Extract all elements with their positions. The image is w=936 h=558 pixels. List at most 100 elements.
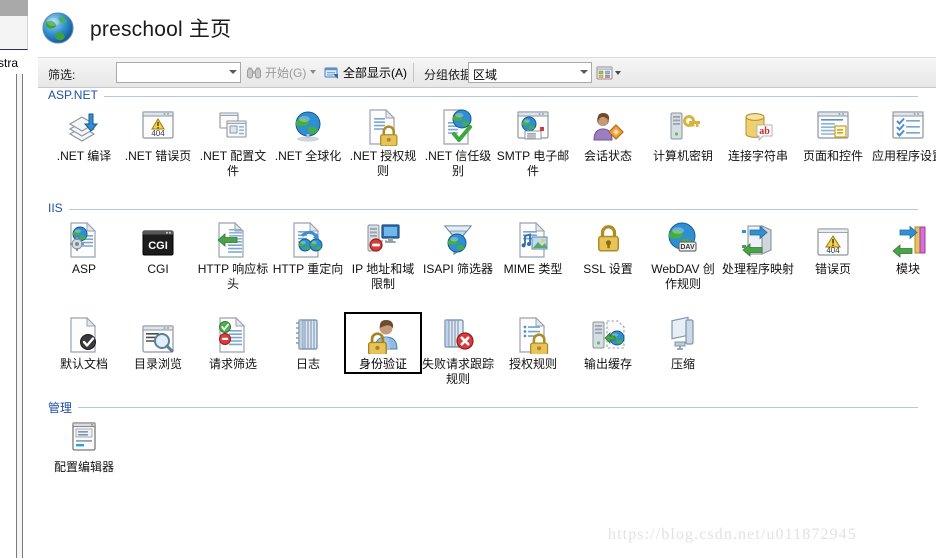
feature-item-session-state[interactable]: 会话状态 <box>571 106 645 164</box>
feature-item-label: MIME 类型 <box>503 262 563 276</box>
start-filter-label: 开始(G) <box>265 66 307 80</box>
feature-item-asp[interactable]: ASP <box>47 219 121 277</box>
binoculars-icon <box>246 65 262 81</box>
authorization-rules-icon <box>496 314 570 354</box>
feature-item-error-pages[interactable]: 404 错误页 <box>796 219 870 277</box>
http-response-headers-icon <box>196 219 270 259</box>
feature-item-label: 失败请求跟踪规则 <box>421 357 494 386</box>
feature-item-net-globalization[interactable]: .NET 全球化 <box>271 106 345 164</box>
feature-group-asp-net: ASP.NET .NET 编译 404 .NET 错误页 .NET 配置文件 .N… <box>38 88 936 201</box>
ip-domain-restrictions-icon <box>346 219 420 259</box>
chevron-down-icon[interactable] <box>580 70 588 74</box>
feature-group-title: ASP.NET <box>48 88 104 102</box>
smtp-email-icon <box>496 106 570 146</box>
feature-item-label: SSL 设置 <box>583 262 633 276</box>
feature-item-handler-mappings[interactable]: 处理程序映射 <box>721 219 795 277</box>
feature-item-net-profile[interactable]: .NET 配置文件 <box>196 106 270 179</box>
feature-item-configuration-editor[interactable]: 配置编辑器 <box>47 417 121 475</box>
feature-item-label: .NET 信任级别 <box>424 149 492 178</box>
ssl-settings-icon <box>571 219 645 259</box>
feature-item-webdav-rules[interactable]: DAV WebDAV 创作规则 <box>646 219 720 292</box>
feature-item-net-error-pages[interactable]: 404 .NET 错误页 <box>121 106 195 164</box>
default-document-icon <box>47 314 121 354</box>
net-profile-icon <box>196 106 270 146</box>
net-authorization-icon <box>346 106 420 146</box>
feature-item-machine-key[interactable]: 计算机密钥 <box>646 106 720 164</box>
feature-item-app-settings[interactable]: 应用程序设置 <box>871 106 936 164</box>
feature-group-title: IIS <box>48 201 69 215</box>
failed-request-tracing-icon <box>421 314 495 354</box>
feature-item-label: ISAPI 筛选器 <box>422 262 493 276</box>
chevron-down-icon[interactable] <box>229 70 237 74</box>
pane-gap <box>28 0 38 558</box>
group-separator-line <box>48 96 918 97</box>
feature-item-label: 计算机密钥 <box>652 149 713 163</box>
feature-item-isapi-filters[interactable]: ISAPI 筛选器 <box>421 219 495 277</box>
feature-item-ssl-settings[interactable]: SSL 设置 <box>571 219 645 277</box>
feature-item-label: 压缩 <box>670 357 695 371</box>
filter-input-field[interactable] <box>117 63 228 82</box>
error-pages-icon: 404 <box>796 219 870 259</box>
feature-item-cgi[interactable]: CGI CGI <box>121 219 195 277</box>
feature-item-http-redirect[interactable]: HTTP 重定向 <box>271 219 345 277</box>
feature-item-label: SMTP 电子邮件 <box>496 149 570 178</box>
net-globalization-icon <box>271 106 345 146</box>
feature-item-label: 输出缓存 <box>583 357 632 371</box>
logging-icon <box>271 314 345 354</box>
app-settings-icon <box>871 106 936 146</box>
chevron-down-icon[interactable] <box>615 70 621 75</box>
feature-group-title: 管理 <box>48 399 79 416</box>
feature-item-modules[interactable]: 模块 <box>871 219 936 277</box>
toolbar-separator <box>413 63 414 82</box>
feature-item-http-response-headers[interactable]: HTTP 响应标头 <box>196 219 270 292</box>
show-all-button[interactable]: 全部显示(A) <box>321 61 410 84</box>
feature-item-failed-request-tracing[interactable]: 失败请求跟踪规则 <box>421 314 495 387</box>
start-filter-button[interactable]: 开始(G) <box>243 61 309 84</box>
connection-strings-icon: ab <box>721 106 795 146</box>
feature-item-net-trust-levels[interactable]: .NET 信任级别 <box>421 106 495 179</box>
feature-item-pages-controls[interactable]: 页面和控件 <box>796 106 870 164</box>
feature-group-header: 管理 <box>38 399 936 417</box>
filter-input[interactable] <box>116 62 241 83</box>
feature-item-logging[interactable]: 日志 <box>271 314 345 372</box>
feature-item-mime-types[interactable]: MIME 类型 <box>496 219 570 277</box>
feature-item-net-compilation[interactable]: .NET 编译 <box>47 106 121 164</box>
feature-item-smtp-email[interactable]: SMTP 电子邮件 <box>496 106 570 179</box>
window-chrome-strip <box>0 0 28 16</box>
page-header: preschool 主页 <box>38 0 936 57</box>
asp-icon <box>47 219 121 259</box>
cgi-icon: CGI <box>121 219 195 259</box>
feature-item-label: HTTP 重定向 <box>272 262 344 276</box>
output-caching-icon <box>571 314 645 354</box>
feature-item-default-document[interactable]: 默认文档 <box>47 314 121 372</box>
view-mode-button[interactable] <box>596 61 626 84</box>
modules-icon <box>871 219 936 259</box>
feature-item-label: 授权规则 <box>508 357 557 371</box>
feature-item-label: WebDAV 创作规则 <box>651 262 715 291</box>
feature-item-directory-browsing[interactable]: 目录浏览 <box>121 314 195 372</box>
feature-item-compression[interactable]: 压缩 <box>646 314 720 372</box>
feature-group-header: IIS <box>38 201 936 219</box>
feature-item-label: 请求筛选 <box>208 357 257 371</box>
feature-item-ip-domain-restrictions[interactable]: IP 地址和域限制 <box>346 219 420 292</box>
feature-item-label: 配置编辑器 <box>53 460 114 474</box>
feature-item-label: 错误页 <box>814 262 851 276</box>
feature-item-label: 会话状态 <box>583 149 632 163</box>
left-panel-header-cut <box>0 16 28 50</box>
group-by-select[interactable]: 区域 <box>468 62 592 83</box>
feature-item-authorization-rules[interactable]: 授权规则 <box>496 314 570 372</box>
feature-item-connection-strings[interactable]: ab 连接字符串 <box>721 106 795 164</box>
feature-item-output-caching[interactable]: 输出缓存 <box>571 314 645 372</box>
feature-item-label: 处理程序映射 <box>721 262 794 276</box>
start-filter-dropdown-arrow[interactable] <box>310 70 316 74</box>
feature-item-net-authorization[interactable]: .NET 授权规则 <box>346 106 420 179</box>
svg-text:404: 404 <box>151 129 165 138</box>
feature-item-label: HTTP 响应标头 <box>197 262 269 291</box>
feature-item-authentication[interactable]: 身份验证 <box>344 312 422 374</box>
panel-divider-right <box>22 74 23 558</box>
request-filtering-icon <box>196 314 270 354</box>
feature-item-request-filtering[interactable]: 请求筛选 <box>196 314 270 372</box>
feature-row: .NET 编译 404 .NET 错误页 .NET 配置文件 .NET 全球化 .… <box>38 106 936 201</box>
svg-text:CGI: CGI <box>148 240 168 252</box>
feature-group-iis: IIS ASP CGI CGI HTTP 响应标头 HTTP 重定向 IP 地址… <box>38 201 936 409</box>
